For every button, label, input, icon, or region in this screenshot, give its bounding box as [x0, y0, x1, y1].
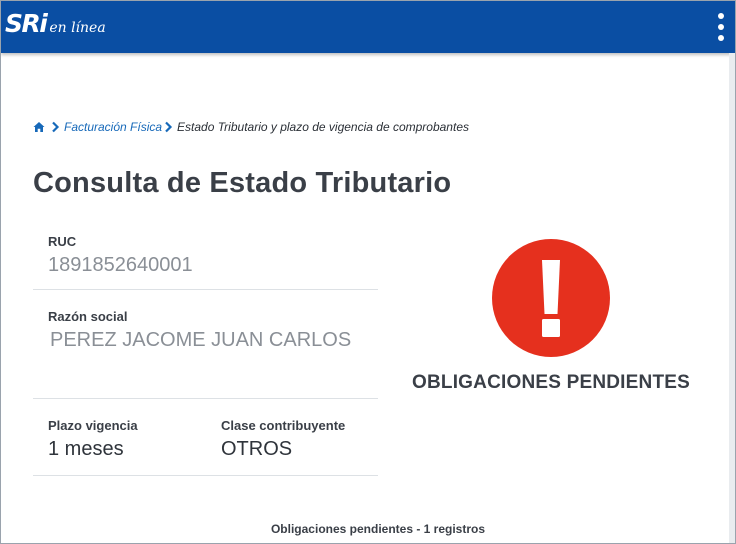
table-caption: Obligaciones pendientes - 1 registros [270, 522, 486, 536]
page-title: Consulta de Estado Tributario [33, 167, 452, 199]
kebab-dot-icon [718, 24, 724, 30]
app-window: SRi en línea Facturación Física Estado T… [0, 0, 736, 544]
razon-social-value: PEREZ JACOME JUAN CARLOS [50, 329, 352, 351]
breadcrumb-link-facturacion[interactable]: Facturación Física [64, 120, 162, 134]
razon-social-label: Razón social [48, 309, 128, 324]
home-icon[interactable] [33, 121, 45, 133]
kebab-dot-icon [718, 13, 724, 19]
top-navbar: SRi en línea [1, 1, 735, 53]
scrollbar-track[interactable] [729, 53, 735, 543]
kebab-dot-icon [718, 35, 724, 41]
kebab-menu-button[interactable] [711, 11, 731, 43]
logo-sub-text: en línea [49, 20, 106, 36]
plazo-clase-row: Plazo vigencia 1 meses Clase contribuyen… [33, 399, 378, 476]
plazo-vigencia-label: Plazo vigencia [48, 418, 138, 433]
plazo-vigencia-field: Plazo vigencia 1 meses [48, 418, 221, 475]
ruc-label: RUC [48, 234, 77, 249]
status-panel: OBLIGACIONES PENDIENTES [401, 239, 701, 394]
chevron-right-icon [165, 121, 173, 133]
plazo-vigencia-value: 1 meses [48, 438, 124, 460]
sri-logo[interactable]: SRi en línea [5, 9, 106, 45]
ruc-value: 1891852640001 [48, 254, 193, 276]
clase-contribuyente-label: Clase contribuyente [221, 418, 346, 433]
taxpayer-info-card: RUC 1891852640001 Razón social PEREZ JAC… [33, 227, 378, 476]
clase-contribuyente-field: Clase contribuyente OTROS [221, 418, 345, 475]
breadcrumb: Facturación Física Estado Tributario y p… [33, 120, 469, 134]
razon-social-field: Razón social PEREZ JACOME JUAN CARLOS [33, 290, 378, 399]
breadcrumb-current: Estado Tributario y plazo de vigencia de… [177, 120, 469, 134]
status-text: OBLIGACIONES PENDIENTES [411, 372, 691, 393]
chevron-right-icon [52, 121, 60, 133]
ruc-field: RUC 1891852640001 [33, 227, 378, 290]
clase-contribuyente-value: OTROS [221, 438, 293, 460]
exclamation-circle-icon [492, 239, 610, 357]
logo-main-text: SRi [5, 9, 48, 38]
